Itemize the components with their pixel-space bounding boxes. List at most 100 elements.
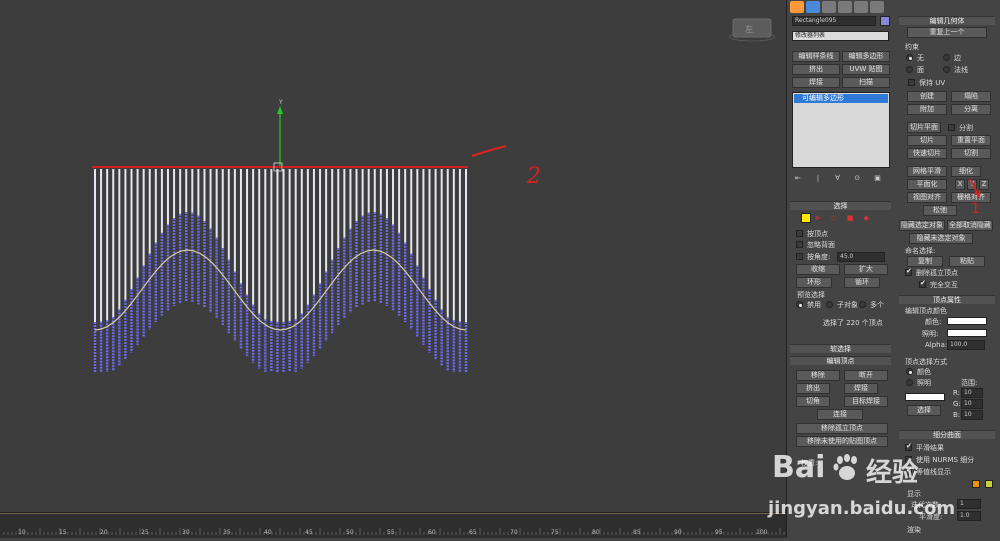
vertex-color-swatch[interactable]: [947, 317, 987, 325]
vertex-properties-header[interactable]: 顶点属性: [899, 295, 995, 304]
target-weld-button[interactable]: 目标焊接: [844, 396, 888, 407]
vertex-select-button[interactable]: 选择: [907, 405, 941, 416]
selection-rollout-header[interactable]: 选择: [790, 201, 891, 210]
collapse-button[interactable]: 塌陷: [951, 91, 991, 102]
connect-button[interactable]: 连接: [817, 409, 863, 420]
remove-button[interactable]: 移除: [796, 370, 840, 381]
annotation-arrow-1: [967, 178, 983, 200]
preview-multi-radio[interactable]: [859, 301, 866, 308]
illumination-swatch[interactable]: [947, 329, 987, 337]
create-button[interactable]: 创建: [907, 91, 947, 102]
delete-isolated-checkbox[interactable]: [905, 267, 912, 276]
timeline-tick-label: 20: [100, 529, 108, 536]
uvw-map-button[interactable]: UVW 贴图: [842, 64, 890, 75]
remove-isolated-button[interactable]: 移除孤立顶点: [796, 423, 888, 434]
stack-tool-icons[interactable]: ⇤ ❘ ∀ ⊙ ▣: [795, 174, 890, 184]
break-button[interactable]: 断开: [844, 370, 888, 381]
preserve-uv-checkbox[interactable]: [908, 79, 915, 86]
weld-button[interactable]: 焊接: [844, 383, 878, 394]
planar-x-button[interactable]: X: [955, 179, 965, 190]
extrude-modifier-button[interactable]: 挤出: [792, 64, 840, 75]
make-planar-button[interactable]: 平面化: [907, 179, 947, 190]
split-checkbox[interactable]: [948, 124, 955, 131]
loop-button[interactable]: 循环: [844, 277, 880, 288]
range-b-input[interactable]: 10: [961, 410, 983, 420]
detach-button[interactable]: 分离: [951, 104, 991, 115]
move-gizmo[interactable]: [273, 106, 330, 172]
modifier-stack[interactable]: 可编辑多边形: [792, 92, 890, 168]
hierarchy-tab-icon[interactable]: [822, 1, 836, 13]
vertex-mode-icon[interactable]: [801, 213, 811, 223]
modifier-list-dropdown[interactable]: 修改器列表: [792, 31, 889, 41]
alpha-input[interactable]: 100.0: [947, 340, 985, 350]
paw-logo-icon: [832, 454, 862, 482]
grow-button[interactable]: 扩大: [844, 264, 888, 275]
remove-unused-map-button[interactable]: 移除未使用的贴图顶点: [796, 436, 888, 447]
ignore-backfacing-checkbox[interactable]: [796, 241, 803, 248]
preview-off-radio[interactable]: [796, 301, 803, 308]
object-color-swatch[interactable]: [880, 16, 890, 26]
curtain-mesh[interactable]: [93, 169, 468, 372]
view-align-button[interactable]: 视图对齐: [907, 192, 947, 203]
quickslice-button[interactable]: 快速切片: [907, 148, 947, 159]
ring-button[interactable]: 环形: [796, 277, 832, 288]
angle-input[interactable]: 45.0: [837, 252, 885, 262]
by-vertex-checkbox[interactable]: [796, 230, 803, 237]
cut-button[interactable]: 切割: [951, 148, 991, 159]
by-angle-checkbox[interactable]: [796, 253, 803, 260]
subobject-mode-icons[interactable]: ⊳ ◇ ■ ◆: [815, 214, 875, 222]
watermark-brand: Bai: [772, 450, 826, 485]
range-r-input[interactable]: 10: [961, 388, 983, 398]
constraint-edge-radio[interactable]: [943, 54, 950, 61]
weld-modifier-button[interactable]: 焊接: [792, 77, 840, 88]
tessellate-button[interactable]: 细化: [951, 166, 981, 177]
constraint-none-radio[interactable]: [906, 54, 913, 61]
copy-button[interactable]: 复制: [907, 256, 943, 267]
edit-spline-button[interactable]: 编辑样条线: [792, 51, 840, 62]
left-viewport[interactable]: Y 2 左: [0, 0, 786, 512]
slice-button[interactable]: 切片: [907, 135, 947, 146]
edit-vertices-rollout-header[interactable]: 编辑顶点: [790, 356, 891, 365]
paste-button[interactable]: 粘贴: [949, 256, 985, 267]
full-interactivity-checkbox[interactable]: [919, 279, 926, 288]
select-by-color-radio[interactable]: [906, 368, 913, 375]
constraint-normal-radio[interactable]: [943, 66, 950, 73]
subdivision-surface-header[interactable]: 细分曲面: [899, 430, 995, 439]
edit-geometry-header[interactable]: 编辑几何体: [899, 16, 995, 25]
reset-plane-button[interactable]: 重置平面: [951, 135, 991, 146]
preview-subobj-radio[interactable]: [826, 301, 833, 308]
range-g-input[interactable]: 10: [961, 399, 983, 409]
display-tab-icon[interactable]: [854, 1, 868, 13]
hide-selected-button[interactable]: 隐藏选定对象: [899, 220, 945, 231]
create-tab-icon[interactable]: [790, 1, 804, 13]
object-name-field[interactable]: Rectangle095: [792, 16, 876, 26]
viewport-scene: Y 2 左: [92, 18, 776, 372]
alpha-label: Alpha:: [925, 341, 948, 349]
constraint-edge-label: 边: [954, 54, 961, 62]
constraint-face-radio[interactable]: [906, 66, 913, 73]
modify-tab-icon[interactable]: [806, 1, 820, 13]
viewcube[interactable]: 左: [728, 18, 776, 42]
unhide-all-button[interactable]: 全部取消隐藏: [947, 220, 993, 231]
repeat-last-button[interactable]: 重复上一个: [907, 27, 987, 38]
preserve-uv-label: 保持 UV: [919, 79, 946, 87]
meshsmooth-button[interactable]: 网格平滑: [907, 166, 947, 177]
soft-selection-rollout-header[interactable]: 软选择: [790, 344, 891, 353]
select-by-illum-radio[interactable]: [906, 379, 913, 386]
slice-plane-button[interactable]: 切片平面: [907, 122, 941, 133]
shrink-button[interactable]: 收缩: [796, 264, 840, 275]
chamfer-button[interactable]: 切角: [796, 396, 830, 407]
edit-poly-button[interactable]: 编辑多边形: [842, 51, 890, 62]
attach-button[interactable]: 附加: [907, 104, 947, 115]
motion-tab-icon[interactable]: [838, 1, 852, 13]
named-selection-label: 命名选择:: [905, 247, 936, 255]
select-color-swatch[interactable]: [905, 393, 945, 401]
sweep-button[interactable]: 扫描: [842, 77, 890, 88]
stack-item-editable-poly[interactable]: 可编辑多边形: [794, 94, 888, 103]
utilities-tab-icon[interactable]: [870, 1, 884, 13]
timeline-tick-label: 65: [469, 529, 477, 536]
hide-unselected-button[interactable]: 隐藏未选定对象: [909, 233, 973, 244]
timeline[interactable]: 10 15 20 25 30 35 40 45 50 55 60 65 70 75 80 85 90 95 100: [0, 512, 786, 538]
relax-button[interactable]: 松弛: [923, 205, 957, 216]
extrude-button[interactable]: 挤出: [796, 383, 830, 394]
